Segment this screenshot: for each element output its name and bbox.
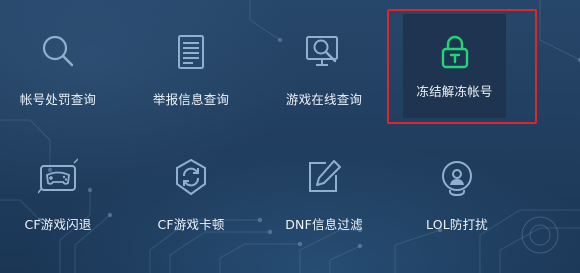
tool-report-info-query[interactable]: 举报信息查询 [133,10,249,120]
tool-label: LOL防打扰 [425,217,489,232]
monitor-search-icon [304,32,344,72]
tool-label: DNF信息过滤 [285,217,363,232]
lock-icon [435,32,475,72]
tool-panel: 帐号处罚查询 举报信息查询 游戏在线查询 冻结解冻帐号 CF游戏闪退 CF游戏卡… [0,0,580,273]
tool-label: 冻结解冻帐号 [416,84,493,99]
refresh-shield-icon [171,157,211,197]
tool-label: CF游戏卡顿 [157,217,225,232]
tool-label: 游戏在线查询 [285,92,363,107]
tool-label: 帐号处罚查询 [19,92,97,107]
search-icon [38,32,78,72]
tool-cf-crash[interactable]: CF游戏闪退 [0,135,116,245]
tool-account-penalty-query[interactable]: 帐号处罚查询 [0,10,116,120]
tool-dnf-info-filter[interactable]: DNF信息过滤 [266,135,382,245]
shield-user-icon [437,157,477,197]
tool-freeze-unfreeze-account[interactable]: 冻结解冻帐号 [403,14,506,118]
gamepad-icon [38,157,78,197]
tool-label: 举报信息查询 [152,92,230,107]
tool-lol-do-not-disturb[interactable]: LOL防打扰 [399,135,515,245]
tool-game-online-query[interactable]: 游戏在线查询 [266,10,382,120]
tool-label: CF游戏闪退 [24,217,92,232]
report-list-icon [171,32,211,72]
tool-cf-lag[interactable]: CF游戏卡顿 [133,135,249,245]
edit-icon [304,157,344,197]
